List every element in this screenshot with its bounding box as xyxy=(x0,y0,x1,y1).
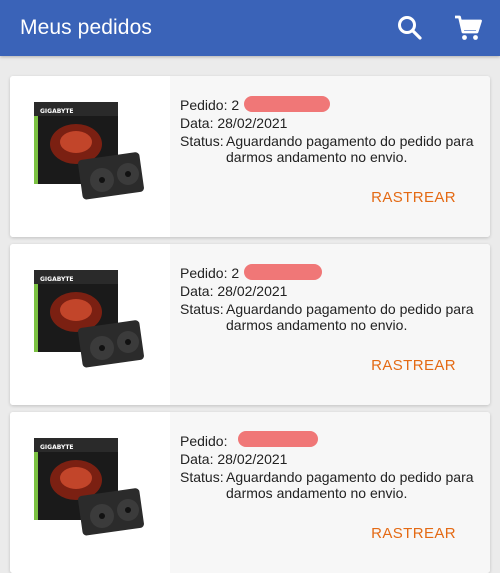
status-text: Aguardando pagamento do pedido para darm… xyxy=(226,301,474,333)
product-image: GIGABYTE xyxy=(10,412,170,573)
svg-text:GIGABYTE: GIGABYTE xyxy=(40,276,74,283)
order-info: Pedido: 2 Data: 28/02/2021 Status: Aguar… xyxy=(170,244,490,405)
order-date: 28/02/2021 xyxy=(217,115,288,131)
order-card[interactable]: GIGABYTE Pedido: Data: 28/02/2021 Status… xyxy=(10,412,490,573)
product-image: GIGABYTE xyxy=(10,76,170,237)
app-bar: Meus pedidos xyxy=(0,0,500,56)
svg-text:GIGABYTE: GIGABYTE xyxy=(40,108,74,115)
status-text: Aguardando pagamento do pedido para darm… xyxy=(226,133,474,165)
order-number-label: Pedido: xyxy=(180,265,228,281)
date-label: Data: xyxy=(180,451,214,467)
search-icon[interactable] xyxy=(394,12,426,44)
order-number-value: 2 xyxy=(231,265,240,281)
status-text: Aguardando pagamento do pedido para darm… xyxy=(226,469,474,501)
order-number-label: Pedido: xyxy=(180,433,228,449)
status-label: Status: xyxy=(180,301,224,317)
redaction-mark xyxy=(244,96,330,112)
svg-text:GIGABYTE: GIGABYTE xyxy=(40,444,74,451)
order-number-value: 2 xyxy=(231,97,240,113)
status-label: Status: xyxy=(180,133,224,149)
track-button[interactable]: RASTREAR xyxy=(371,189,456,206)
status-label: Status: xyxy=(180,469,224,485)
page-title: Meus pedidos xyxy=(20,16,152,39)
redaction-mark xyxy=(238,431,318,447)
redaction-mark xyxy=(244,264,322,280)
order-card[interactable]: GIGABYTE Pedido: 2 Data: 28/02/2021 Stat… xyxy=(10,76,490,237)
product-image: GIGABYTE xyxy=(10,244,170,405)
order-date: 28/02/2021 xyxy=(217,451,288,467)
track-button[interactable]: RASTREAR xyxy=(371,525,456,542)
order-info: Pedido: 2 Data: 28/02/2021 Status: Aguar… xyxy=(170,76,490,237)
order-date: 28/02/2021 xyxy=(217,283,288,299)
order-info: Pedido: Data: 28/02/2021 Status: Aguarda… xyxy=(170,412,490,573)
date-label: Data: xyxy=(180,283,214,299)
order-number-label: Pedido: xyxy=(180,97,228,113)
date-label: Data: xyxy=(180,115,214,131)
order-card[interactable]: GIGABYTE Pedido: 2 Data: 28/02/2021 Stat… xyxy=(10,244,490,405)
cart-icon[interactable] xyxy=(452,12,484,44)
track-button[interactable]: RASTREAR xyxy=(371,357,456,374)
